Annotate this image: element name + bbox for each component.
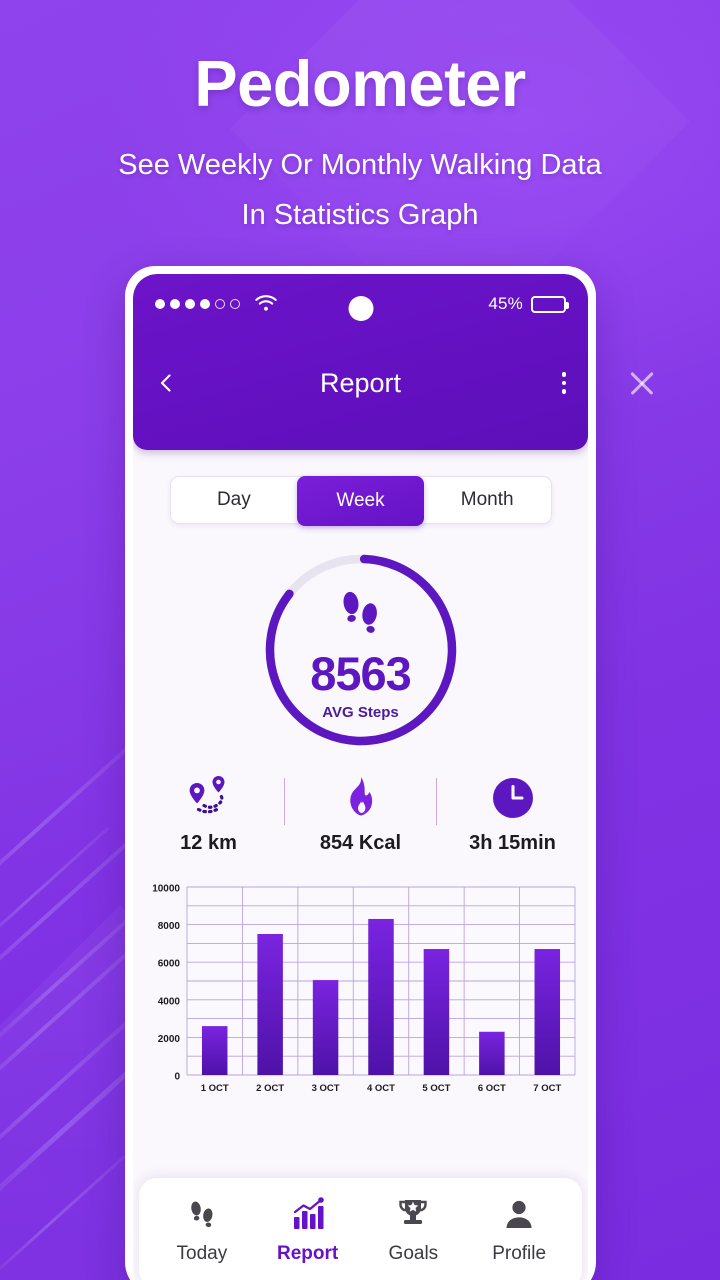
chart-bar [312,980,339,1075]
phone-mockup: 45% Report Day Week Month 8563 AVG Steps… [125,266,596,1280]
hero-section: Pedometer See Weekly Or Monthly Walking … [0,0,720,241]
chart-x-tick-label: 4 OCT [367,1083,395,1094]
stat-distance: 12 km [145,772,272,855]
chart-x-tick-label: 6 OCT [478,1083,506,1094]
back-chevron-icon[interactable] [155,372,177,394]
menu-dot-2 [561,380,566,386]
bottom-navigation-bar[interactable]: Today Report Goals Profile [139,1178,582,1280]
hero-subtitle: See Weekly Or Monthly Walking Data In St… [0,141,720,241]
footprints-icon [337,587,385,648]
menu-dot-3 [561,389,566,394]
chart-y-tick-label: 10000 [152,884,180,895]
flame-icon [342,772,380,824]
bar-chart-icon [290,1197,326,1236]
progress-ring: 8563 AVG Steps [261,550,461,750]
weekly-steps-chart: 0 2000 4000 6000 8000 10000 1 OCT 2 OCT 3 OCT 4 O… [133,879,588,1109]
nav-label-report: Report [277,1243,339,1264]
period-segmented-control[interactable]: Day Week Month [169,476,552,526]
chart-svg: 0 2000 4000 6000 8000 10000 1 OCT 2 OCT 3 OCT 4 O… [152,884,576,1094]
signal-dot-4 [200,299,210,309]
avg-steps-label: AVG Steps [322,704,399,721]
app-header: 45% Report [133,274,588,450]
chart-bar [423,949,450,1075]
route-pin-icon [183,772,235,824]
segment-month[interactable]: Month [424,477,551,523]
chart-y-tick-label: 8000 [158,921,181,932]
stat-distance-value: 12 km [180,832,237,854]
chart-x-tick-label: 2 OCT [256,1083,284,1094]
nav-label-profile: Profile [492,1243,547,1264]
app-header-title: Report [319,367,402,398]
chart-bar [201,1026,228,1075]
summary-stats-row: 12 km 854 Kcal 3h 15min [133,772,588,855]
trophy-icon [395,1197,431,1236]
nav-item-goals[interactable]: Goals [361,1197,467,1265]
chart-y-tick-label: 0 [174,1072,180,1083]
menu-dot-1 [561,372,566,377]
chart-y-tick-label: 2000 [158,1034,181,1045]
avg-steps-ring-section: 8563 AVG Steps [133,550,588,750]
chart-plot-area: 0 2000 4000 6000 8000 10000 1 OCT 2 OCT 3 OCT 4 O… [141,879,576,1109]
stat-divider-1 [284,778,285,825]
hero-subtitle-line-2: In Statistics Graph [241,198,479,231]
chart-x-tick-label: 7 OCT [533,1083,561,1094]
nav-item-today[interactable]: Today [149,1197,255,1265]
nav-item-profile[interactable]: Profile [466,1197,572,1265]
stat-divider-2 [436,778,437,825]
avg-steps-value: 8563 [310,647,412,700]
status-bar-right: 45% [488,294,569,314]
signal-dot-2 [170,299,180,309]
stat-calories-value: 854 Kcal [319,832,402,854]
chart-bar [479,1031,505,1075]
segment-day[interactable]: Day [171,477,298,523]
chart-x-tick-label: 1 OCT [201,1083,229,1094]
nav-item-report[interactable]: Report [255,1197,361,1265]
segment-week[interactable]: Week [297,476,424,526]
stat-time: 3h 15min [449,772,576,855]
overflow-menu-icon[interactable] [561,372,566,394]
signal-dot-3 [185,299,195,309]
page-title: Pedometer [194,47,526,120]
status-bar: 45% [133,274,588,334]
signal-dot-5 [215,299,225,309]
nav-label-goals: Goals [388,1243,439,1264]
chart-bar [368,918,394,1075]
chart-bar [257,934,283,1075]
title-bar: Report [133,334,588,450]
chart-y-tick-label: 6000 [158,959,181,970]
signal-strength-icon [155,299,240,309]
camera-notch [348,296,373,321]
person-icon [502,1197,536,1236]
chart-bar [534,949,561,1075]
chart-x-tick-label: 5 OCT [422,1083,450,1094]
close-icon[interactable] [627,368,657,398]
stat-time-value: 3h 15min [469,832,556,854]
battery-icon [531,295,569,313]
signal-dot-1 [155,299,165,309]
footprints-icon [185,1197,219,1236]
stat-calories: 854 Kcal [297,772,424,855]
nav-label-today: Today [176,1243,228,1264]
battery-percent-label: 45% [488,294,523,313]
phone-screen: 45% Report Day Week Month 8563 AVG Steps… [133,274,588,1280]
chart-x-tick-label: 3 OCT [312,1083,340,1094]
clock-icon [491,772,535,824]
signal-dot-6 [230,299,240,309]
hero-subtitle-line-1: See Weekly Or Monthly Walking Data [118,149,602,181]
ring-center-content: 8563 AVG Steps [261,550,461,750]
chart-y-tick-label: 4000 [158,996,181,1007]
wifi-icon [254,295,278,313]
